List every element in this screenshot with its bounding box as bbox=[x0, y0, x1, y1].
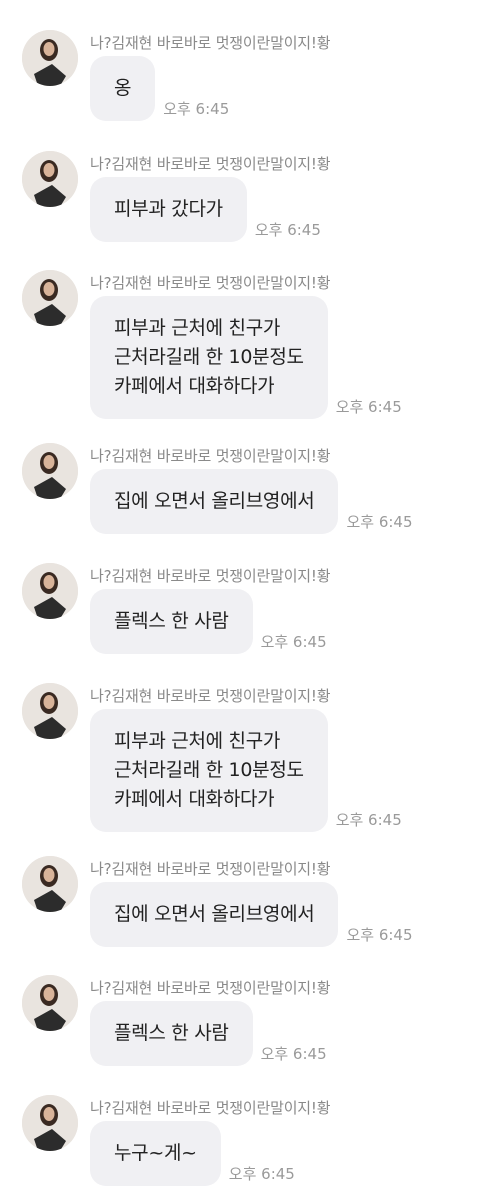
message-bubble[interactable]: 피부과 근처에 친구가 근처라길래 한 10분정도 카페에서 대화하다가 bbox=[90, 709, 328, 832]
sender-name: 나?김재현 바로바로 멋쟁이란말이지!황 bbox=[90, 567, 331, 585]
message-time: 오후 6:45 bbox=[335, 811, 402, 829]
message-row: 누구~게~ 오후 6:45 bbox=[90, 1121, 295, 1186]
message-time: 오후 6:45 bbox=[163, 100, 230, 118]
message-bubble[interactable]: 플렉스 한 사람 bbox=[90, 1001, 253, 1066]
message-row: 옹 오후 6:45 bbox=[90, 56, 229, 121]
sender-name: 나?김재현 바로바로 멋쟁이란말이지!황 bbox=[90, 155, 331, 173]
profile-photo bbox=[22, 151, 78, 207]
message-time: 오후 6:45 bbox=[335, 398, 402, 416]
message-row: 피부과 갔다가 오후 6:45 bbox=[90, 177, 321, 242]
message-time: 오후 6:45 bbox=[346, 513, 413, 531]
message-bubble[interactable]: 피부과 갔다가 bbox=[90, 177, 247, 242]
sender-name: 나?김재현 바로바로 멋쟁이란말이지!황 bbox=[90, 274, 331, 292]
sender-name: 나?김재현 바로바로 멋쟁이란말이지!황 bbox=[90, 979, 331, 997]
message-row: 플렉스 한 사람 오후 6:45 bbox=[90, 1001, 327, 1066]
sender-name: 나?김재현 바로바로 멋쟁이란말이지!황 bbox=[90, 687, 331, 705]
profile-photo bbox=[22, 270, 78, 326]
avatar[interactable] bbox=[22, 1095, 78, 1151]
message-bubble[interactable]: 집에 오면서 올리브영에서 bbox=[90, 469, 339, 534]
message-bubble[interactable]: 플렉스 한 사람 bbox=[90, 589, 253, 654]
sender-name: 나?김재현 바로바로 멋쟁이란말이지!황 bbox=[90, 860, 331, 878]
message-time: 오후 6:45 bbox=[254, 221, 321, 239]
avatar[interactable] bbox=[22, 683, 78, 739]
message-row: 집에 오면서 올리브영에서 오후 6:45 bbox=[90, 882, 413, 947]
sender-name: 나?김재현 바로바로 멋쟁이란말이지!황 bbox=[90, 447, 331, 465]
profile-photo bbox=[22, 1095, 78, 1151]
avatar[interactable] bbox=[22, 151, 78, 207]
message-time: 오후 6:45 bbox=[346, 926, 413, 944]
message-row: 피부과 근처에 친구가 근처라길래 한 10분정도 카페에서 대화하다가 오후 … bbox=[90, 709, 402, 832]
avatar[interactable] bbox=[22, 975, 78, 1031]
profile-photo bbox=[22, 683, 78, 739]
message-row: 피부과 근처에 친구가 근처라길래 한 10분정도 카페에서 대화하다가 오후 … bbox=[90, 296, 402, 419]
avatar[interactable] bbox=[22, 30, 78, 86]
profile-photo bbox=[22, 563, 78, 619]
message-row: 집에 오면서 올리브영에서 오후 6:45 bbox=[90, 469, 413, 534]
message-bubble[interactable]: 집에 오면서 올리브영에서 bbox=[90, 882, 339, 947]
message-bubble[interactable]: 옹 bbox=[90, 56, 156, 121]
message-time: 오후 6:45 bbox=[260, 1045, 327, 1063]
sender-name: 나?김재현 바로바로 멋쟁이란말이지!황 bbox=[90, 1099, 331, 1117]
profile-photo bbox=[22, 443, 78, 499]
message-time: 오후 6:45 bbox=[260, 633, 327, 651]
profile-photo bbox=[22, 975, 78, 1031]
message-bubble[interactable]: 누구~게~ bbox=[90, 1121, 221, 1186]
chat-message-list[interactable]: 나?김재현 바로바로 멋쟁이란말이지!황 옹 오후 6:45 나?김재현 바로바… bbox=[0, 0, 500, 1199]
profile-photo bbox=[22, 30, 78, 86]
avatar[interactable] bbox=[22, 443, 78, 499]
message-time: 오후 6:45 bbox=[228, 1165, 295, 1183]
message-row: 플렉스 한 사람 오후 6:45 bbox=[90, 589, 327, 654]
avatar[interactable] bbox=[22, 270, 78, 326]
sender-name: 나?김재현 바로바로 멋쟁이란말이지!황 bbox=[90, 34, 331, 52]
message-bubble[interactable]: 피부과 근처에 친구가 근처라길래 한 10분정도 카페에서 대화하다가 bbox=[90, 296, 328, 419]
avatar[interactable] bbox=[22, 563, 78, 619]
avatar[interactable] bbox=[22, 856, 78, 912]
profile-photo bbox=[22, 856, 78, 912]
